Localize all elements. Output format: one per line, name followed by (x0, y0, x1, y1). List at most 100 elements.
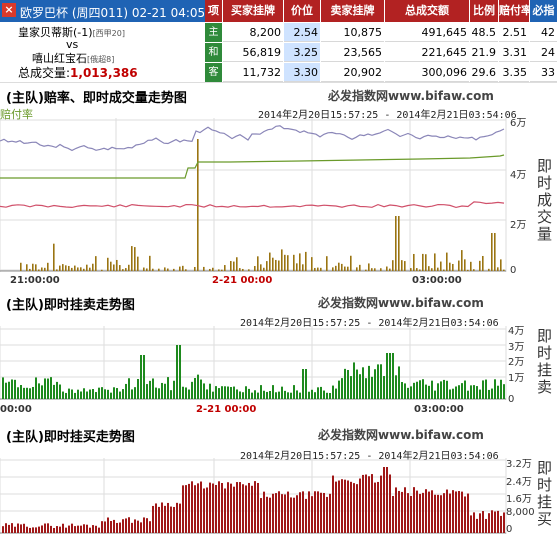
volume-bar (302, 264, 304, 271)
buy-bar (452, 490, 454, 533)
volume-bar (296, 263, 298, 271)
buy-bar (407, 493, 409, 533)
volume-bar (80, 267, 82, 271)
sell-bar (161, 382, 163, 399)
buy-bar (455, 491, 457, 533)
buy-bar (332, 475, 334, 533)
volume-bar (332, 267, 334, 271)
col-header-ratio[interactable]: 比例 (470, 0, 498, 22)
buy-bar (248, 482, 250, 533)
c1-xtick-1: 2-21 00:00 (212, 275, 273, 286)
volume-bar (350, 255, 352, 271)
buy-bar (320, 492, 322, 533)
row-0-ratio: 48.5 (470, 23, 498, 42)
volume-bar (278, 260, 280, 271)
volume-bar (65, 265, 67, 271)
c2-ytick-1: 3万 (508, 342, 525, 353)
col-header-total[interactable]: 总成交额 (385, 0, 469, 22)
chart2-side-title: 即时挂卖 (535, 328, 553, 396)
sell-bar (497, 385, 499, 399)
chart2-title: (主队)即时挂卖走势图 (6, 298, 135, 313)
volume-bar (413, 253, 415, 271)
sell-bar (380, 364, 382, 399)
sell-bar (158, 388, 160, 399)
volume-bar (314, 267, 316, 271)
volume-bar (446, 252, 448, 271)
total-volume-value: 1,013,386 (70, 66, 138, 80)
sell-bar (440, 381, 442, 399)
sell-bar (368, 365, 370, 399)
volume-bar (95, 256, 97, 271)
volume-bar (326, 256, 328, 271)
row-1-buy: 56,819 (223, 43, 283, 62)
match-title-bar: × 欧罗巴杯 (周四011) 02-21 04:05 (0, 0, 205, 22)
volume-bar (344, 266, 346, 271)
buy-bar (101, 521, 103, 533)
buy-bar (14, 526, 16, 533)
sell-bar (446, 380, 448, 399)
row-1-ratio: 21.9 (470, 43, 498, 62)
buy-bar (431, 490, 433, 533)
brand-url: www.bifaw.com (378, 428, 484, 442)
col-header-price[interactable]: 价位 (284, 0, 320, 22)
buy-bar (200, 481, 202, 533)
buy-bar (347, 480, 349, 533)
volume-bar (110, 261, 112, 271)
buy-bar (17, 523, 19, 533)
sell-bar (32, 386, 34, 399)
volume-bar (440, 261, 442, 271)
buy-bar (350, 481, 352, 533)
volume-bar (374, 268, 376, 271)
buy-bar (236, 482, 238, 533)
volume-bar (431, 268, 433, 271)
volume-bar (29, 268, 31, 271)
volume-bar (134, 247, 136, 271)
buy-bar (383, 467, 385, 533)
sell-bar (347, 369, 349, 399)
volume-bar (428, 266, 430, 271)
sell-bar (71, 389, 73, 399)
buy-bar (134, 519, 136, 533)
chart2-brand: 必发指数网www.bifaw.com (318, 294, 484, 311)
col-header-buy[interactable]: 买家挂牌 (223, 0, 283, 22)
row-2-buy: 11,732 (223, 63, 283, 82)
volume-bar (101, 269, 103, 271)
sell-bar (83, 388, 85, 399)
sell-bar (473, 385, 475, 399)
sell-bar (26, 387, 28, 399)
buy-bar (119, 522, 121, 533)
sell-bar (113, 387, 115, 399)
volume-bar (26, 264, 28, 271)
buy-bar (326, 496, 328, 533)
volume-bar (479, 260, 481, 271)
buy-bar (155, 503, 157, 533)
volume-bar (356, 267, 358, 271)
row-2-price: 3.30 (284, 63, 320, 82)
sell-bar (437, 383, 439, 399)
sell-bar (287, 392, 289, 399)
c2-ytick-3: 1万 (508, 373, 525, 384)
sell-bar (233, 386, 235, 399)
buy-bar (170, 506, 172, 533)
sell-bar (110, 392, 112, 399)
sell-bar (239, 391, 241, 399)
row-2-side: 客 (205, 63, 222, 82)
buy-bar (281, 494, 283, 533)
buy-bar (386, 467, 388, 533)
buy-bar (464, 496, 466, 533)
sell-bar (491, 388, 493, 399)
close-icon[interactable]: × (2, 3, 16, 17)
buy-bar (41, 525, 43, 533)
c1-ytick-1: 4万 (510, 170, 527, 181)
col-header-index[interactable]: 必指 (530, 0, 557, 22)
buy-bar (317, 491, 319, 533)
volume-bar (458, 260, 460, 271)
sell-bar (323, 390, 325, 399)
col-header-payout[interactable]: 赔付率 (499, 0, 529, 22)
buy-bar (65, 527, 67, 533)
chart3-title: (主队)即时挂买走势图 (6, 430, 135, 445)
volume-bar (203, 266, 205, 271)
volume-bar (401, 260, 403, 271)
col-header-sell[interactable]: 卖家挂牌 (321, 0, 384, 22)
home-team: 皇家贝蒂斯(-1) (18, 26, 93, 39)
